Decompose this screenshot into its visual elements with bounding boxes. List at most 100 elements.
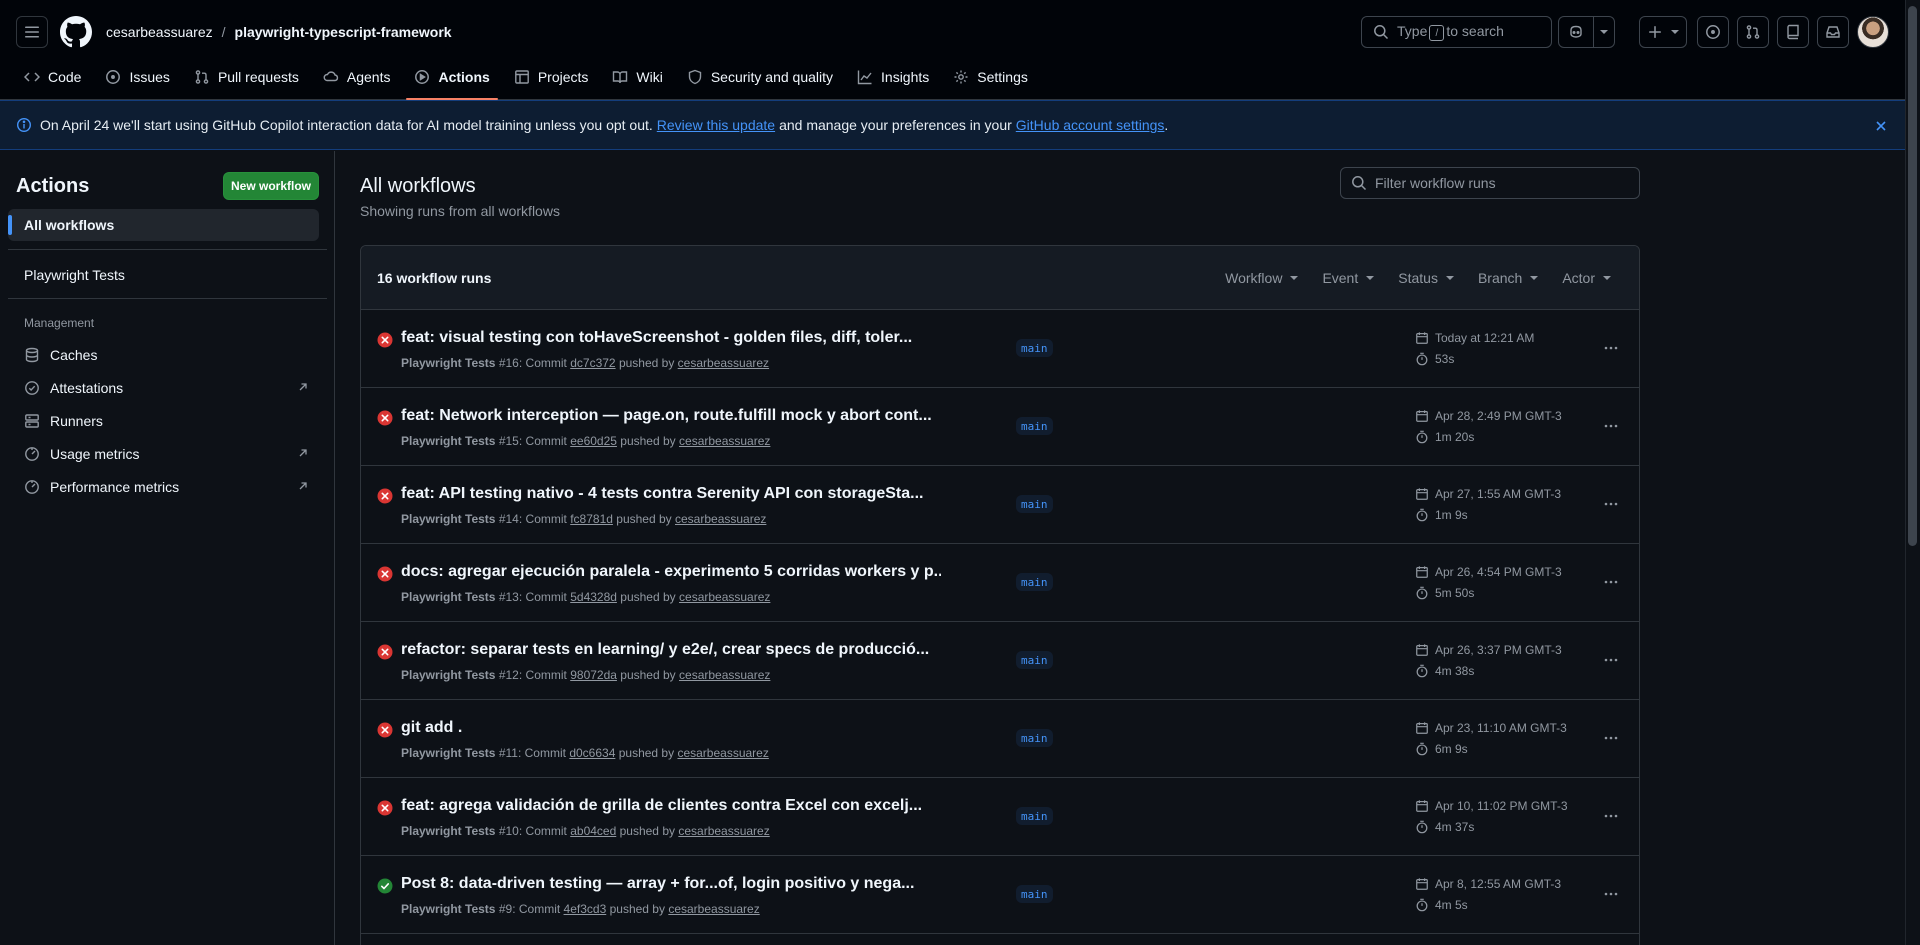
- commit-sha-link[interactable]: fc8781d: [570, 512, 613, 526]
- run-title-link[interactable]: docs: agregar ejecución paralela - exper…: [401, 563, 941, 581]
- sidebar-item-playwright-tests[interactable]: Playwright Tests: [8, 259, 319, 291]
- menu-button[interactable]: [16, 16, 48, 48]
- x-circle-icon: [377, 410, 393, 426]
- run-title-link[interactable]: git add .: [401, 719, 941, 737]
- sidebar-item-runners[interactable]: Runners: [8, 405, 319, 437]
- filter-status-dropdown[interactable]: Status: [1398, 270, 1454, 286]
- calendar-icon: [1416, 800, 1428, 812]
- branch-label[interactable]: main: [1016, 729, 1053, 747]
- tab-security[interactable]: Security and quality: [679, 62, 841, 92]
- branch-label[interactable]: main: [1016, 807, 1053, 825]
- commit-sha-link[interactable]: 5d4328d: [570, 590, 617, 604]
- tab-wiki[interactable]: Wiki: [604, 62, 670, 92]
- github-logo-icon[interactable]: [60, 16, 92, 48]
- commit-sha-link[interactable]: ee60d25: [570, 434, 617, 448]
- run-duration-row: 5m 50s: [1415, 584, 1562, 602]
- tab-agents[interactable]: Agents: [315, 62, 399, 92]
- commit-sha-link[interactable]: 4ef3cd3: [564, 902, 607, 916]
- table-row[interactable]: docs: agregar ejecución paralela - exper…: [361, 544, 1639, 622]
- actor-link[interactable]: cesarbeassuarez: [678, 356, 769, 370]
- branch-label[interactable]: main: [1016, 573, 1053, 591]
- tab-code[interactable]: Code: [16, 62, 89, 92]
- tab-pull-requests[interactable]: Pull requests: [186, 62, 307, 92]
- run-title-link[interactable]: feat: Network interception — page.on, ro…: [401, 407, 941, 425]
- tab-issues[interactable]: Issues: [97, 62, 177, 92]
- kebab-horizontal-icon[interactable]: [1603, 340, 1619, 356]
- actor-link[interactable]: cesarbeassuarez: [677, 746, 768, 760]
- tab-label: Security and quality: [710, 69, 834, 85]
- tab-projects[interactable]: Projects: [506, 62, 597, 92]
- commit-sha-link[interactable]: d0c6634: [569, 746, 615, 760]
- scrollbar-thumb[interactable]: [1908, 6, 1917, 546]
- run-title-link[interactable]: refactor: separar tests en learning/ y e…: [401, 641, 941, 659]
- run-meta: Playwright Tests #10: Commit ab04ced pus…: [401, 824, 770, 838]
- issues-button[interactable]: [1697, 16, 1729, 48]
- user-avatar[interactable]: [1857, 16, 1889, 48]
- account-settings-link[interactable]: GitHub account settings: [1016, 117, 1165, 133]
- branch-label[interactable]: main: [1016, 885, 1053, 903]
- repositories-button[interactable]: [1777, 16, 1809, 48]
- global-search-button[interactable]: Type / to search: [1361, 16, 1552, 48]
- issue-opened-icon: [1706, 25, 1720, 39]
- tab-actions[interactable]: Actions: [406, 62, 499, 100]
- kebab-horizontal-icon[interactable]: [1603, 418, 1619, 434]
- kebab-horizontal-icon[interactable]: [1603, 808, 1619, 824]
- pull-requests-button[interactable]: [1737, 16, 1769, 48]
- review-update-link[interactable]: Review this update: [657, 117, 775, 133]
- sidebar-item-usage-metrics[interactable]: Usage metrics: [8, 438, 319, 470]
- kebab-horizontal-icon[interactable]: [1603, 574, 1619, 590]
- inbox-button[interactable]: [1817, 16, 1849, 48]
- filter-workflow-runs-input[interactable]: Filter workflow runs: [1340, 167, 1640, 199]
- repo-owner-link[interactable]: cesarbeassuarez: [106, 24, 213, 40]
- table-row[interactable]: git add . Playwright Tests #11: Commit d0…: [361, 700, 1639, 778]
- filter-actor-dropdown[interactable]: Actor: [1562, 270, 1611, 286]
- sidebar-item-all-workflows[interactable]: All workflows: [8, 209, 319, 241]
- actor-link[interactable]: cesarbeassuarez: [675, 512, 766, 526]
- sidebar-item-label: Playwright Tests: [24, 267, 125, 283]
- commit-word: Commit: [525, 590, 567, 604]
- table-row[interactable]: feat: agrega validación de grilla de cli…: [361, 778, 1639, 856]
- actor-link[interactable]: cesarbeassuarez: [679, 434, 770, 448]
- branch-label[interactable]: main: [1016, 495, 1053, 513]
- actor-link[interactable]: cesarbeassuarez: [679, 590, 770, 604]
- kebab-horizontal-icon[interactable]: [1603, 886, 1619, 902]
- commit-sha-link[interactable]: 98072da: [570, 668, 617, 682]
- commit-sha-link[interactable]: ab04ced: [570, 824, 616, 838]
- run-title-link[interactable]: Post 8: data-driven testing — array + fo…: [401, 875, 941, 893]
- table-row[interactable]: Post 8: data-driven testing — array + fo…: [361, 856, 1639, 934]
- repo-name-link[interactable]: playwright-typescript-framework: [235, 24, 452, 40]
- actor-link[interactable]: cesarbeassuarez: [679, 668, 770, 682]
- create-new-button[interactable]: [1639, 16, 1687, 48]
- close-icon[interactable]: [1873, 118, 1889, 134]
- copilot-dropdown-button[interactable]: [1594, 17, 1614, 47]
- commit-sha-link[interactable]: dc7c372: [570, 356, 615, 370]
- pushed-by-text: pushed by: [620, 590, 676, 604]
- actor-link[interactable]: cesarbeassuarez: [678, 824, 769, 838]
- tab-settings[interactable]: Settings: [945, 62, 1036, 92]
- sidebar-item-performance-metrics[interactable]: Performance metrics: [8, 471, 319, 503]
- filter-workflow-dropdown[interactable]: Workflow: [1225, 270, 1299, 286]
- new-workflow-button[interactable]: New workflow: [223, 172, 319, 200]
- branch-label[interactable]: main: [1016, 651, 1053, 669]
- commit-word: Commit: [525, 668, 567, 682]
- run-title-link[interactable]: feat: API testing nativo - 4 tests contr…: [401, 485, 941, 503]
- kebab-horizontal-icon[interactable]: [1603, 496, 1619, 512]
- table-row[interactable]: feat: API testing nativo - 4 tests contr…: [361, 466, 1639, 544]
- sidebar-item-caches[interactable]: Caches: [8, 339, 319, 371]
- sidebar-item-attestations[interactable]: Attestations: [8, 372, 319, 404]
- kebab-horizontal-icon[interactable]: [1603, 730, 1619, 746]
- run-title-link[interactable]: feat: agrega validación de grilla de cli…: [401, 797, 941, 815]
- tab-insights[interactable]: Insights: [849, 62, 937, 92]
- filter-branch-dropdown[interactable]: Branch: [1478, 270, 1539, 286]
- actor-link[interactable]: cesarbeassuarez: [668, 902, 759, 916]
- branch-label[interactable]: main: [1016, 417, 1053, 435]
- branch-label[interactable]: main: [1016, 339, 1053, 357]
- copilot-button[interactable]: [1559, 17, 1593, 47]
- run-meta: Playwright Tests #9: Commit 4ef3cd3 push…: [401, 902, 760, 916]
- table-row[interactable]: refactor: separar tests en learning/ y e…: [361, 622, 1639, 700]
- table-row[interactable]: feat: Network interception — page.on, ro…: [361, 388, 1639, 466]
- table-row[interactable]: feat: visual testing con toHaveScreensho…: [361, 310, 1639, 388]
- kebab-horizontal-icon[interactable]: [1603, 652, 1619, 668]
- filter-event-dropdown[interactable]: Event: [1322, 270, 1375, 286]
- run-title-link[interactable]: feat: visual testing con toHaveScreensho…: [401, 329, 941, 347]
